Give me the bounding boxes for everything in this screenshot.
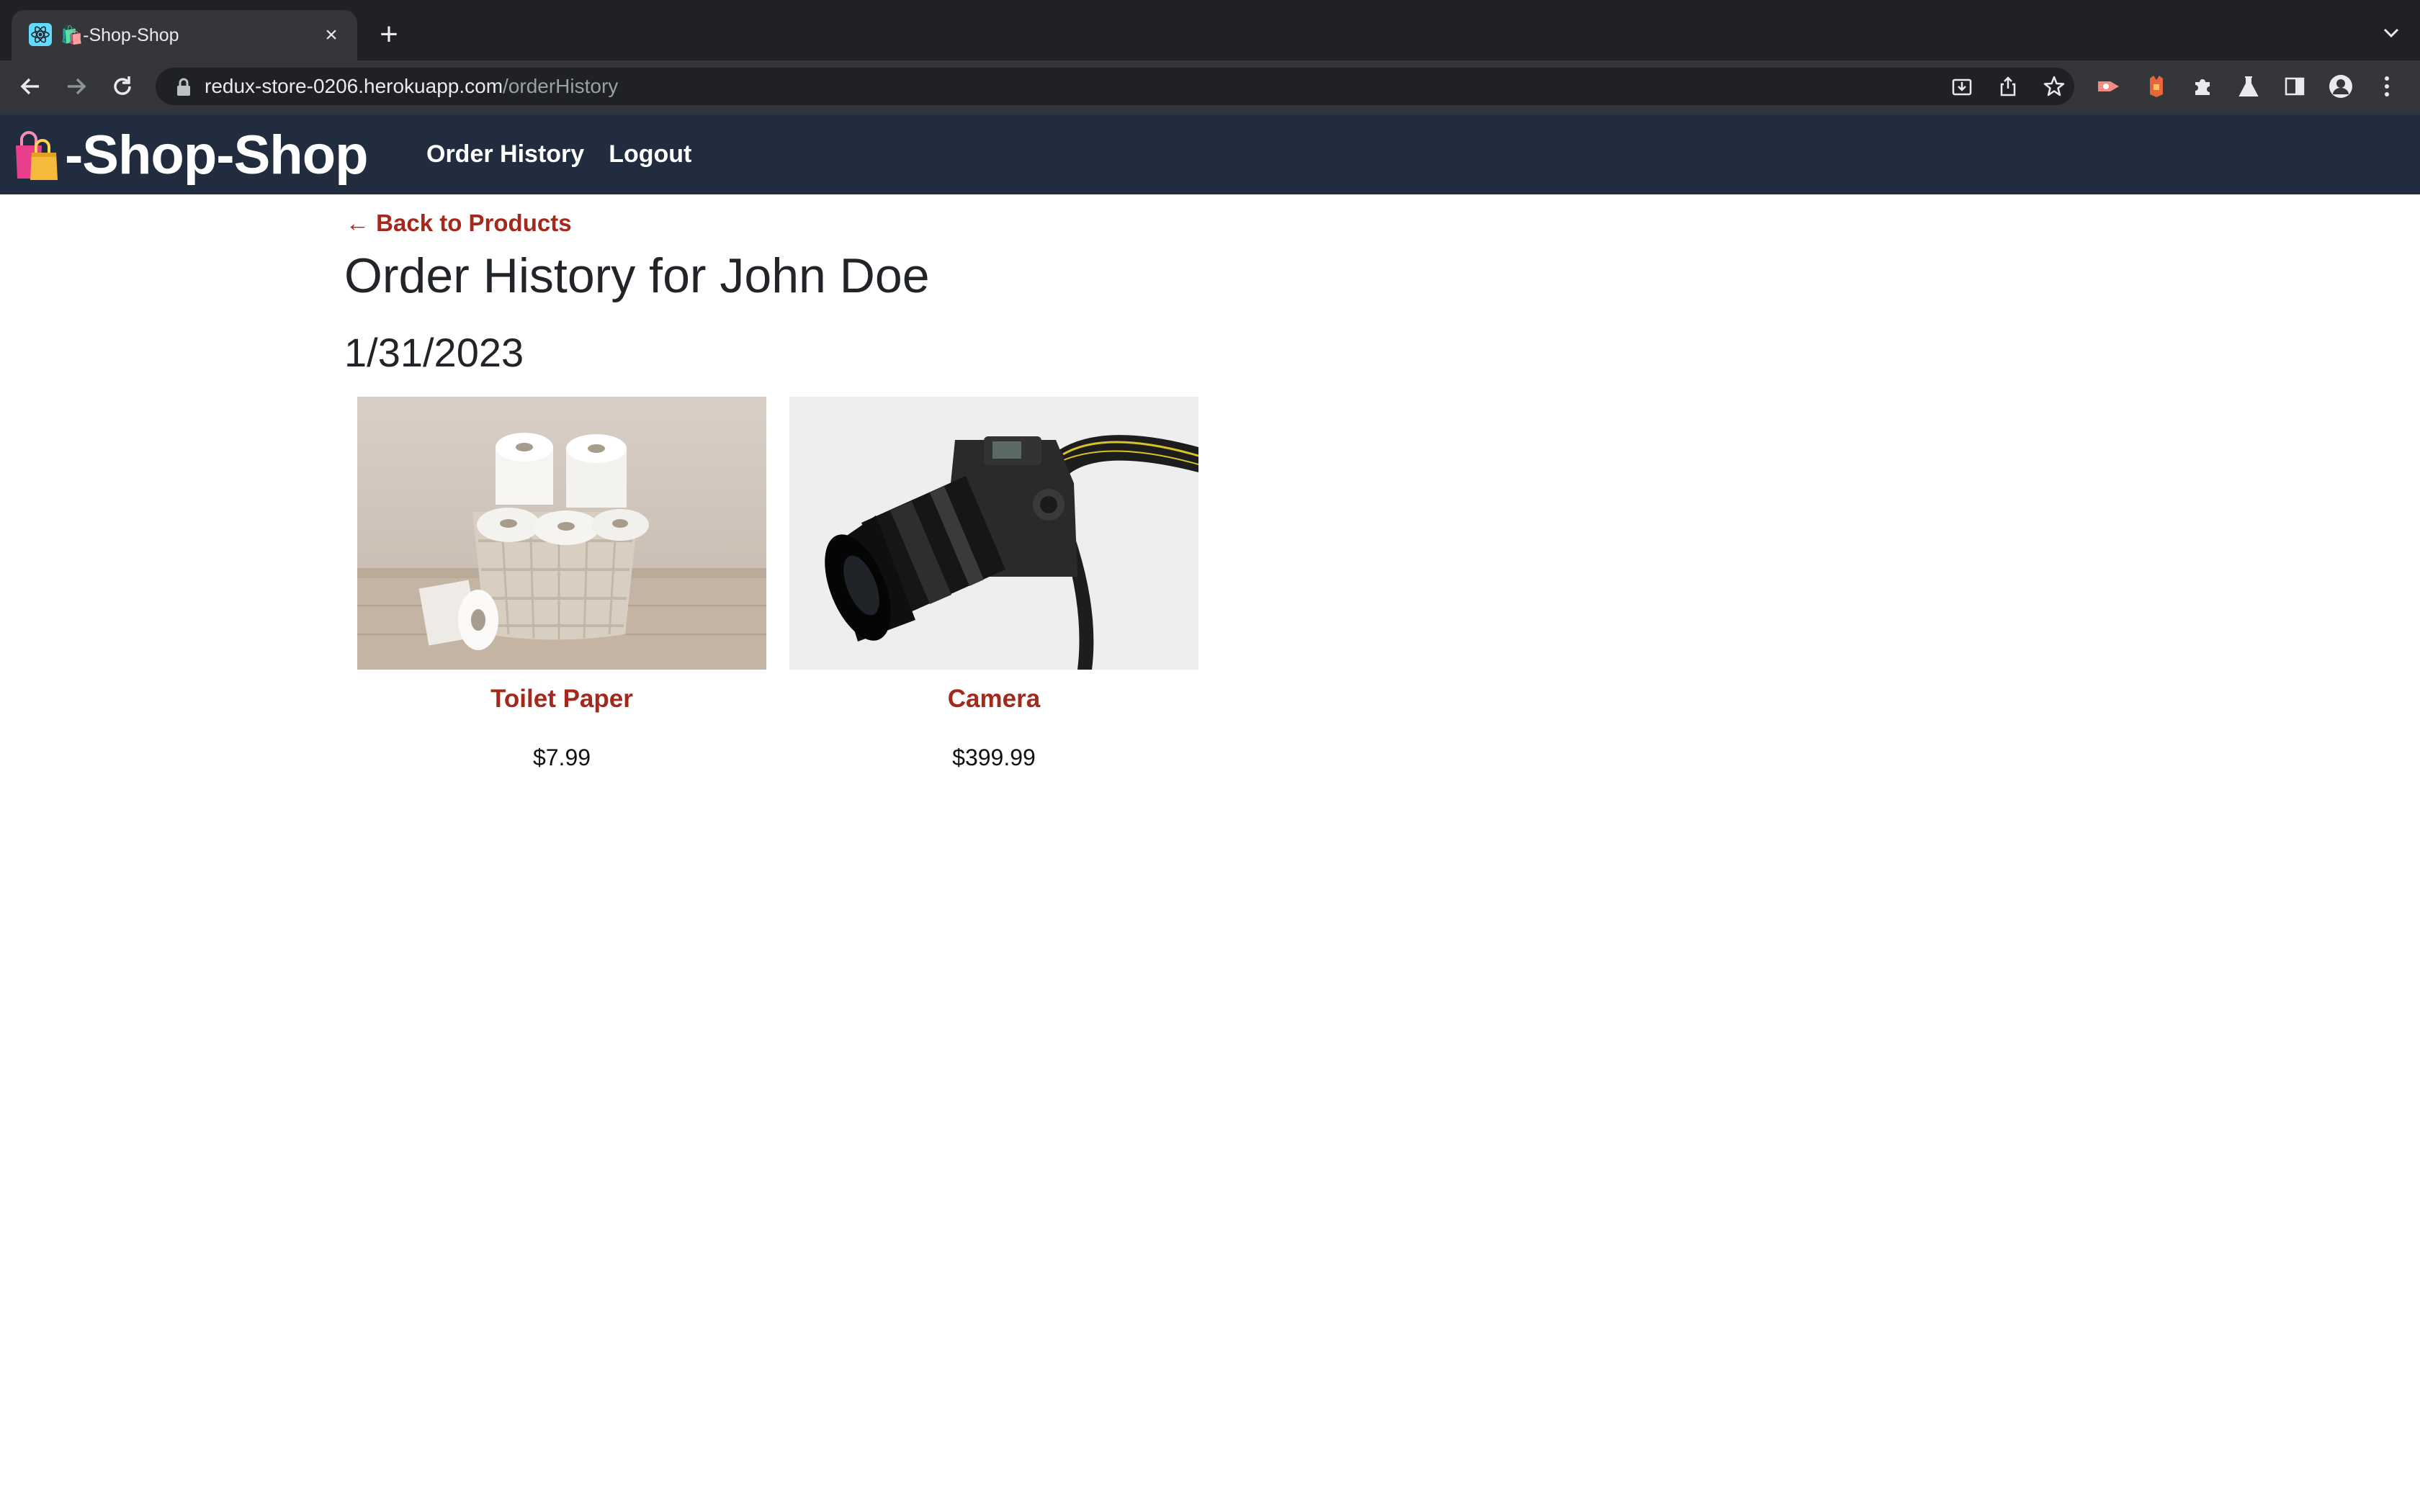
product-card: Toilet Paper $7.99 bbox=[357, 397, 766, 773]
product-name-link[interactable]: Camera bbox=[789, 680, 1198, 719]
tab-title: 🛍️-Shop-Shop bbox=[60, 25, 179, 45]
product-price: $7.99 bbox=[532, 744, 591, 770]
main-nav: Order History Logout bbox=[426, 134, 691, 174]
product-name-link[interactable]: Toilet Paper bbox=[357, 680, 766, 719]
forward-arrow-icon[interactable] bbox=[62, 72, 91, 101]
page-title: Order History for John Doe bbox=[344, 248, 930, 303]
url-text[interactable]: redux-store-0206.herokuapp.com/orderHist… bbox=[205, 68, 618, 105]
profile-avatar-icon[interactable] bbox=[2326, 72, 2355, 101]
order-products: Toilet Paper $7.99 Camera $399.99 bbox=[357, 397, 1198, 773]
reload-icon[interactable] bbox=[108, 72, 137, 101]
extensions-puzzle-icon[interactable] bbox=[2188, 72, 2217, 101]
lock-icon[interactable] bbox=[176, 78, 192, 96]
site-header: -Shop-Shop Order History Logout bbox=[0, 112, 2420, 194]
shopping-bags-icon bbox=[10, 128, 65, 183]
brand-home-link[interactable]: -Shop-Shop bbox=[10, 122, 369, 189]
back-to-products-link[interactable]: ← Back to Products bbox=[346, 207, 572, 239]
nav-order-history-link[interactable]: Order History bbox=[426, 140, 584, 168]
bookmark-star-icon[interactable] bbox=[2041, 73, 2067, 99]
new-tab-button[interactable]: + bbox=[372, 17, 406, 52]
browser-tab[interactable]: 🛍️-Shop-Shop × bbox=[12, 10, 357, 60]
browser-toolbar: redux-store-0206.herokuapp.com/orderHist… bbox=[0, 60, 2420, 112]
browser-tab-strip: 🛍️-Shop-Shop × + bbox=[0, 0, 2420, 60]
share-icon[interactable] bbox=[1995, 73, 2021, 99]
kebab-menu-icon[interactable] bbox=[2372, 72, 2401, 101]
install-app-icon[interactable] bbox=[1949, 73, 1975, 99]
labs-flask-icon[interactable] bbox=[2234, 72, 2263, 101]
back-arrow-icon[interactable] bbox=[16, 72, 45, 101]
side-panel-icon[interactable] bbox=[2280, 72, 2309, 101]
url-path: /orderHistory bbox=[503, 75, 619, 97]
url-host: redux-store-0206.herokuapp.com bbox=[205, 75, 503, 97]
react-icon bbox=[29, 23, 52, 46]
toilet-paper-image[interactable] bbox=[357, 397, 766, 670]
nav-logout-link[interactable]: Logout bbox=[609, 140, 691, 168]
product-card: Camera $399.99 bbox=[789, 397, 1198, 773]
camera-image[interactable] bbox=[789, 397, 1198, 670]
extension-fox-icon[interactable] bbox=[2142, 72, 2171, 101]
extension-record-icon[interactable] bbox=[2094, 72, 2123, 101]
chevron-down-icon[interactable] bbox=[2377, 19, 2406, 48]
brand-name: -Shop-Shop bbox=[65, 125, 369, 186]
address-bar[interactable]: redux-store-0206.herokuapp.com/orderHist… bbox=[156, 68, 2074, 105]
close-icon[interactable]: × bbox=[318, 22, 344, 48]
product-price: $399.99 bbox=[952, 744, 1036, 770]
order-date: 1/31/2023 bbox=[344, 330, 524, 375]
